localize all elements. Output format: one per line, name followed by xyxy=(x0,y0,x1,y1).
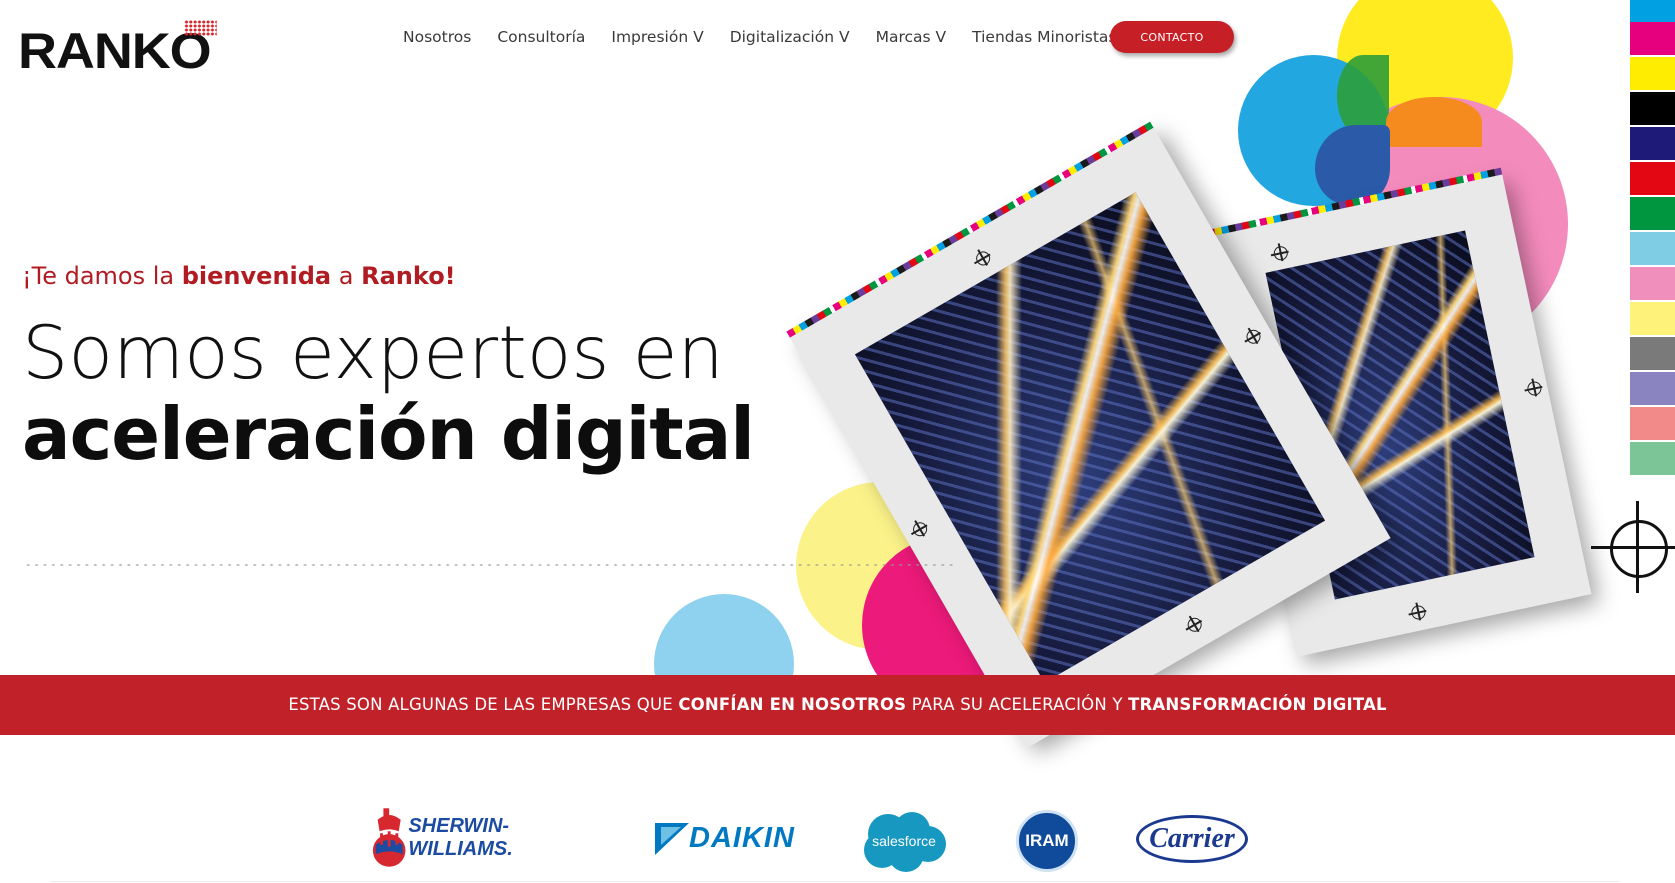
registration-mark-icon xyxy=(1243,327,1264,347)
logo-text: RANKO xyxy=(18,23,212,79)
swatch-salmon xyxy=(1630,407,1675,440)
iram-wordmark: IRAM xyxy=(1025,831,1069,850)
swatch-cyan xyxy=(1630,0,1675,22)
swatch-magenta xyxy=(1630,22,1675,55)
swatch-yellow xyxy=(1630,57,1675,90)
nav-item-nosotros[interactable]: Nosotros xyxy=(390,26,484,48)
nav-item-digitalizacion[interactable]: Digitalización V xyxy=(717,26,863,48)
carrier-wordmark: Carrier xyxy=(1149,823,1235,854)
headline-line-2: aceleración digital xyxy=(22,392,755,476)
dotted-divider xyxy=(24,563,954,567)
daikin-logo-icon xyxy=(655,823,690,855)
swatch-black xyxy=(1630,92,1675,125)
registration-mark-icon xyxy=(1526,380,1543,397)
registration-mark-icon xyxy=(1185,615,1205,635)
crosshair-icon xyxy=(1591,501,1675,593)
swatch-gray xyxy=(1630,337,1675,370)
contact-button[interactable]: CONTACTO xyxy=(1110,21,1234,53)
nav-item-tiendas-minoristas[interactable]: Tiendas Minoristas xyxy=(959,26,1129,48)
banner-text-2: CONFÍAN EN NOSOTROS xyxy=(678,695,907,714)
banner-text-3: PARA SU ACELERACIÓN Y xyxy=(906,695,1129,714)
headline-line-1: Somos expertos en xyxy=(22,311,724,396)
section-divider xyxy=(50,881,1620,882)
swatch-lavender xyxy=(1630,372,1675,405)
client-sherwin-williams[interactable]: SHERWIN-WILLIAMS. xyxy=(370,805,605,871)
main-nav: Nosotros Consultoría Impresión V Digital… xyxy=(390,26,1130,48)
nav-item-consultoria[interactable]: Consultoría xyxy=(484,26,598,48)
client-salesforce[interactable]: salesforce xyxy=(860,810,948,872)
registration-mark-icon xyxy=(910,519,930,539)
banner-text-4: TRANSFORMACIÓN DIGITAL xyxy=(1128,695,1387,714)
nav-item-marcas[interactable]: Marcas V xyxy=(863,26,960,48)
swatch-navy xyxy=(1630,127,1675,160)
salesforce-wordmark: salesforce xyxy=(872,833,936,849)
nav-item-impresion[interactable]: Impresión V xyxy=(598,26,716,48)
welcome-bold: bienvenida xyxy=(181,262,332,290)
registration-mark-icon xyxy=(1272,244,1290,262)
client-daikin[interactable]: DAIKIN xyxy=(645,815,805,861)
ranko-logo[interactable]: RANKO xyxy=(18,20,217,79)
swatch-light-yellow xyxy=(1630,302,1675,335)
swatch-pink xyxy=(1630,267,1675,300)
registration-mark-icon xyxy=(973,248,993,268)
welcome-text: ¡Te damos la bienvenida a Ranko! xyxy=(22,262,456,290)
sherwin-williams-logo-icon xyxy=(372,808,406,867)
welcome-brand: Ranko! xyxy=(361,262,456,290)
welcome-prefix: ¡Te damos la xyxy=(22,262,182,290)
swatch-mint xyxy=(1630,442,1675,475)
trust-banner: ESTAS SON ALGUNAS DE LAS EMPRESAS QUE CO… xyxy=(0,675,1675,735)
sherwin-williams-wordmark: SHERWIN-WILLIAMS. xyxy=(408,815,513,860)
daikin-wordmark: DAIKIN xyxy=(689,821,795,854)
client-iram[interactable]: IRAM xyxy=(1016,810,1078,872)
logo-dots-icon xyxy=(184,20,217,36)
swatch-red xyxy=(1630,162,1675,195)
orange-overlap xyxy=(1386,97,1482,147)
registration-mark-icon xyxy=(1410,604,1427,621)
swatch-light-cyan xyxy=(1630,232,1675,265)
client-carrier[interactable]: Carrier xyxy=(1136,815,1248,863)
swatch-green xyxy=(1630,197,1675,230)
welcome-mid: a xyxy=(331,262,362,290)
banner-text-1: ESTAS SON ALGUNAS DE LAS EMPRESAS QUE xyxy=(288,695,679,714)
